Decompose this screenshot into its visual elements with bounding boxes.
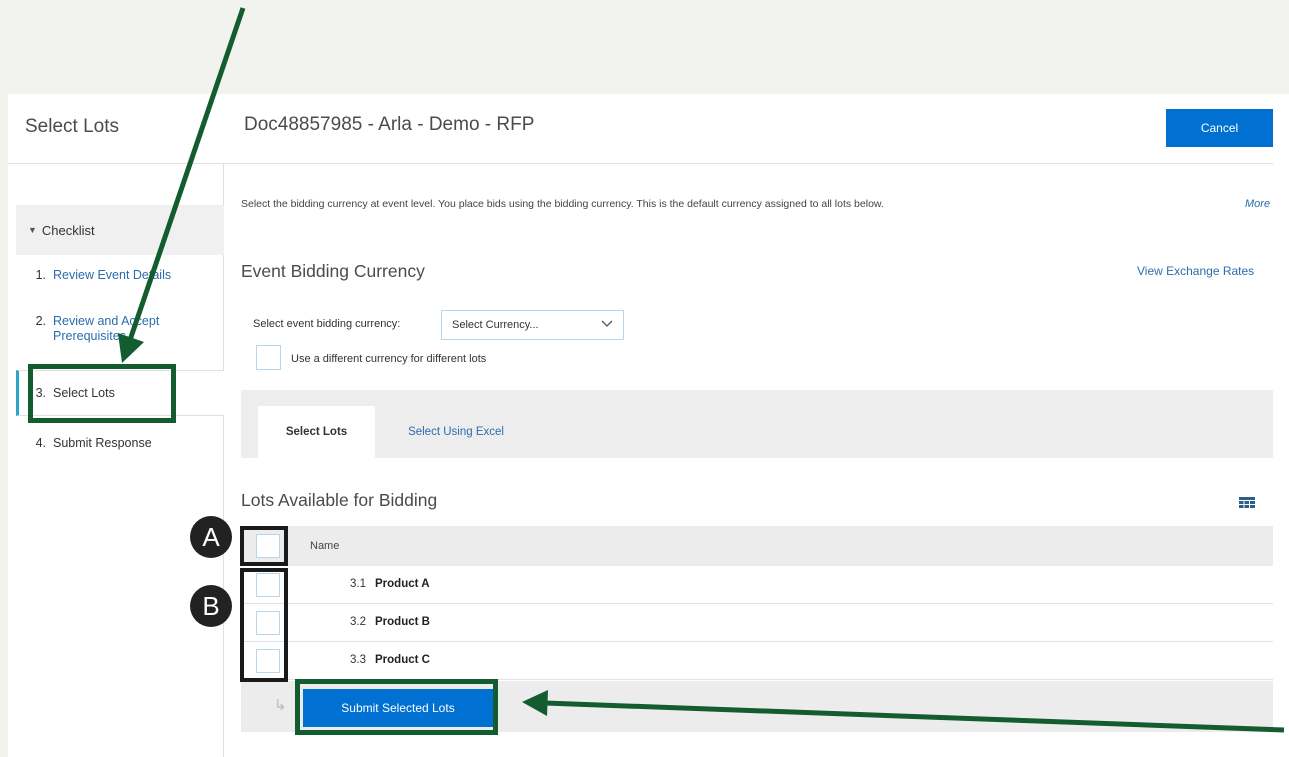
- lot-number: 3.1: [350, 578, 366, 590]
- marker-b: B: [190, 585, 232, 627]
- collapse-triangle-icon: ▼: [28, 225, 37, 235]
- lot-number: 3.3: [350, 654, 366, 666]
- table-row: 3.1 Product A: [241, 566, 1273, 604]
- step-number: 1.: [35, 268, 46, 282]
- table-row: 3.3 Product C: [241, 642, 1273, 680]
- step-label[interactable]: Review Event Details: [53, 268, 171, 283]
- currency-section-title: Event Bidding Currency: [241, 261, 425, 281]
- select-lots-window: Select Lots Doc48857985 - Arla - Demo - …: [8, 94, 1289, 757]
- corner-arrow-icon: ↳: [274, 697, 287, 714]
- step-review-event-details[interactable]: 1. Review Event Details: [16, 268, 224, 283]
- table-options-icon[interactable]: [1239, 497, 1255, 511]
- panel-title: Select Lots: [25, 116, 119, 137]
- highlight-submit-button: [295, 679, 498, 735]
- step-submit-response[interactable]: 4. Submit Response: [16, 436, 224, 451]
- checklist-toggle[interactable]: ▼ Checklist: [16, 205, 224, 255]
- more-link[interactable]: More: [1245, 198, 1270, 210]
- checklist-label: Checklist: [41, 222, 95, 238]
- lots-table-header: Name: [241, 526, 1273, 566]
- currency-select[interactable]: Select Currency...: [441, 310, 624, 340]
- lot-name: Product C: [375, 654, 430, 666]
- document-title: Doc48857985 - Arla - Demo - RFP: [244, 114, 535, 135]
- cancel-button[interactable]: Cancel: [1166, 109, 1273, 147]
- table-row: 3.2 Product B: [241, 604, 1273, 642]
- lots-table-title: Lots Available for Bidding: [241, 490, 438, 510]
- lot-number: 3.2: [350, 616, 366, 628]
- currency-intro-text: Select the bidding currency at event lev…: [241, 198, 884, 210]
- lot-name: Product A: [375, 578, 430, 590]
- step-number: 2.: [35, 314, 46, 328]
- step-label[interactable]: Review and Accept Prerequisites: [53, 314, 193, 344]
- highlight-row-checkboxes: [240, 568, 288, 682]
- marker-a: A: [190, 516, 232, 558]
- lot-name: Product B: [375, 616, 430, 628]
- step-number: 4.: [35, 436, 46, 450]
- different-currency-checkbox[interactable]: [256, 345, 281, 370]
- view-exchange-rates-link[interactable]: View Exchange Rates: [1137, 264, 1254, 278]
- currency-select-value: Select Currency...: [452, 319, 539, 331]
- checklist-sidebar: ▼ Checklist 1. Review Event Details 2. R…: [8, 164, 224, 757]
- step-label[interactable]: Submit Response: [53, 436, 152, 451]
- tab-select-lots[interactable]: Select Lots: [258, 406, 375, 458]
- lot-selection-tabs: Select Lots Select Using Excel: [241, 390, 1273, 458]
- different-currency-label: Use a different currency for different l…: [291, 353, 487, 365]
- currency-select-label: Select event bidding currency:: [253, 318, 401, 330]
- highlight-select-lots-step: [28, 364, 176, 423]
- name-column-header[interactable]: Name: [310, 540, 339, 552]
- tab-select-using-excel[interactable]: Select Using Excel: [386, 406, 526, 458]
- step-review-prerequisites[interactable]: 2. Review and Accept Prerequisites: [16, 314, 206, 344]
- chevron-down-icon: [601, 318, 613, 333]
- highlight-select-all: [240, 526, 288, 566]
